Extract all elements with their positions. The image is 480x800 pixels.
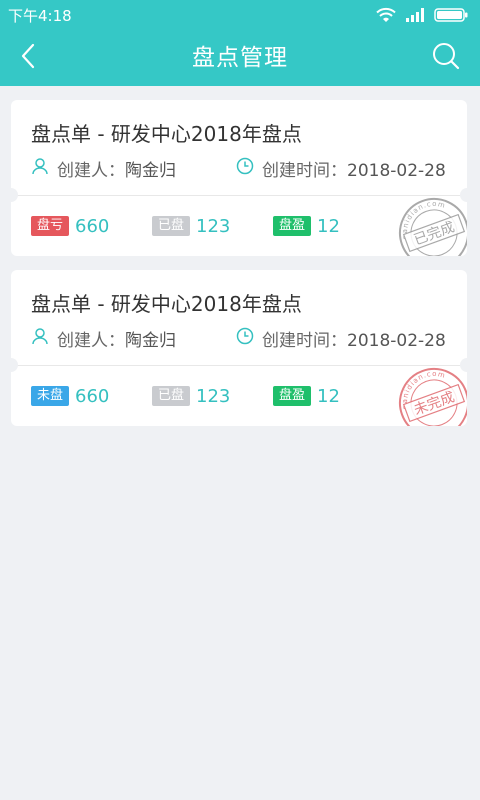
status-badge: 盘亏: [31, 216, 70, 236]
created-date: 2018-02-28: [347, 330, 446, 351]
created-time-info: 创建时间：2018-02-28: [236, 156, 446, 181]
clock-icon: [236, 157, 254, 180]
user-icon: [31, 327, 49, 350]
stats-row: 盘亏 660 已盘 123 盘盈 12: [31, 214, 394, 238]
creator-name: 陶金归: [125, 330, 176, 351]
time-label: 创建时间：: [262, 160, 347, 181]
created-time-info: 创建时间：2018-02-28: [236, 326, 446, 351]
stats-row: 未盘 660 已盘 123 盘盈 12: [31, 384, 394, 408]
search-button[interactable]: [426, 38, 466, 78]
creator-label: 创建人：: [57, 160, 125, 181]
status-bar: 下午4:18: [0, 0, 480, 30]
inventory-card[interactable]: 盘点单 - 研发中心2018年盘点 创建人：陶金归 创建时间：2018-02-2…: [11, 270, 467, 426]
signal-icon: [406, 8, 424, 22]
stat-value: 123: [196, 385, 231, 407]
stat-loss: 盘亏 660: [31, 216, 152, 237]
search-icon: [431, 41, 461, 75]
creator-name: 陶金归: [125, 160, 176, 181]
inventory-card[interactable]: 盘点单 - 研发中心2018年盘点 创建人：陶金归 创建时间：2018-02-2…: [11, 100, 467, 256]
card-title: 盘点单 - 研发中心2018年盘点: [31, 292, 302, 316]
card-title: 盘点单 - 研发中心2018年盘点: [31, 122, 302, 146]
stat-surplus: 盘盈 12: [273, 216, 394, 237]
created-date: 2018-02-28: [347, 160, 446, 181]
time-label: 创建时间：: [262, 330, 347, 351]
status-badge: 已盘: [152, 216, 191, 236]
status-badge: 盘盈: [273, 386, 312, 406]
stat-value: 12: [317, 215, 340, 237]
stat-surplus: 盘盈 12: [273, 386, 394, 407]
stat-value: 123: [196, 215, 231, 237]
stat-value: 660: [75, 215, 110, 237]
creator-info: 创建人：陶金归: [31, 156, 236, 181]
clock-icon: [236, 327, 254, 350]
incomplete-stamp: panidian.com 未完成: [397, 366, 467, 426]
status-badge: 盘盈: [273, 216, 312, 236]
creator-label: 创建人：: [57, 330, 125, 351]
stat-value: 660: [75, 385, 110, 407]
stat-uncounted: 未盘 660: [31, 386, 152, 407]
battery-icon: [434, 8, 468, 22]
stat-value: 12: [317, 385, 340, 407]
stat-counted: 已盘 123: [152, 386, 273, 407]
creator-info: 创建人：陶金归: [31, 326, 236, 351]
status-badge: 已盘: [152, 386, 191, 406]
page-title: 盘点管理: [192, 45, 288, 71]
status-badge: 未盘: [31, 386, 70, 406]
card-meta: 创建人：陶金归 创建时间：2018-02-28: [31, 326, 451, 351]
card-notch: [11, 358, 18, 372]
completed-stamp: panidian.com 已完成: [397, 196, 467, 256]
nav-bar: 盘点管理: [0, 30, 480, 86]
card-notch: [11, 188, 18, 202]
wifi-icon: [376, 7, 396, 23]
card-meta: 创建人：陶金归 创建时间：2018-02-28: [31, 156, 451, 181]
user-icon: [31, 157, 49, 180]
stat-counted: 已盘 123: [152, 216, 273, 237]
status-icons: [376, 7, 468, 23]
status-time: 下午4:18: [8, 6, 72, 25]
